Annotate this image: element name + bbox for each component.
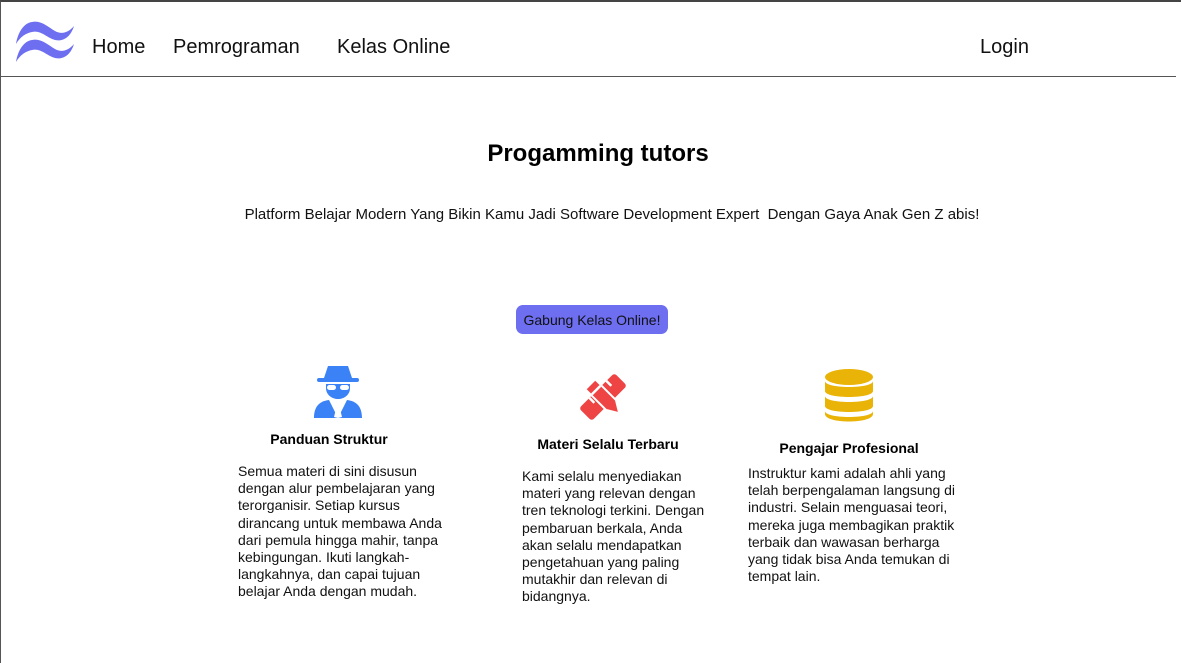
feature-description: Kami selalu menyediakan materi yang rele… xyxy=(522,468,705,605)
feature-title: Pengajar Profesional xyxy=(779,440,919,456)
hero-subtitle: Platform Belajar Modern Yang Bikin Kamu … xyxy=(244,206,980,223)
nav-kelas-online[interactable]: Kelas Online xyxy=(337,36,450,59)
database-icon xyxy=(825,369,873,422)
nav-home[interactable]: Home xyxy=(92,36,145,59)
feature-description: Instruktur kami adalah ahli yang telah b… xyxy=(748,465,956,585)
page-title: Progamming tutors xyxy=(487,140,709,167)
feature-title: Materi Selalu Terbaru xyxy=(537,436,679,452)
nav-login[interactable]: Login xyxy=(980,36,1029,59)
feature-description: Semua materi di sini disusun dengan alur… xyxy=(238,463,442,600)
join-online-class-button[interactable]: Gabung Kelas Online! xyxy=(516,305,668,334)
tailwind-logo-icon[interactable] xyxy=(15,20,75,62)
spy-icon xyxy=(314,366,362,418)
pencil-ruler-icon xyxy=(580,374,626,420)
nav-pemrograman[interactable]: Pemrograman xyxy=(173,36,300,59)
navbar: Home Pemrograman Kelas Online Login xyxy=(0,0,1176,77)
feature-title: Panduan Struktur xyxy=(270,431,388,447)
